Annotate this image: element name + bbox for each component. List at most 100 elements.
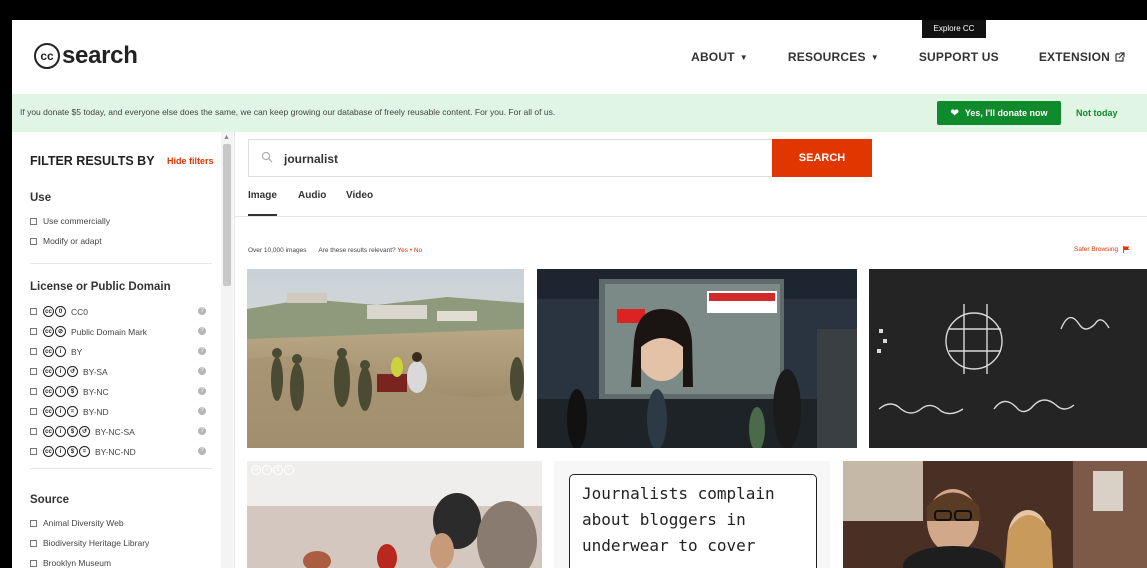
checkbox-icon [30, 539, 37, 547]
top-nav: ABOUT ▼ RESOURCES ▼ SUPPORT US EXTENSION [651, 50, 1125, 64]
help-icon[interactable]: ? [198, 447, 206, 455]
search-query: journalist [284, 152, 339, 166]
checkbox-icon [30, 408, 37, 415]
checkbox-icon [30, 237, 37, 245]
checkbox-label: Biodiversity Heritage Library [43, 538, 150, 548]
nd-icon: = [79, 446, 90, 457]
relevance-no-link[interactable]: No [414, 247, 422, 254]
donate-button[interactable]: ❤ Yes, I'll donate now [937, 101, 1061, 125]
nc-icon: $ [67, 426, 78, 437]
not-today-link[interactable]: Not today [1076, 108, 1118, 118]
by-icon: i [262, 465, 272, 475]
heart-chat-icon: ❤ [950, 107, 959, 119]
license-option-by-sa[interactable]: cc i ↺ BY-SA [30, 366, 108, 377]
license-icons: cc 0 [43, 306, 67, 317]
source-heading: Source [30, 494, 69, 506]
search-input[interactable]: journalist [248, 139, 772, 177]
checkbox-icon [30, 308, 37, 315]
cc-icon: cc [43, 346, 54, 357]
sidebar-scrollbar-thumb[interactable] [223, 144, 231, 286]
help-icon[interactable]: ? [198, 387, 206, 395]
license-icons: cc i $ = [43, 446, 91, 457]
explore-cc-tooltip: Explore CC [922, 20, 986, 38]
section-divider [30, 468, 212, 469]
license-label: BY-NC-ND [95, 446, 136, 457]
tabs-divider [234, 216, 1147, 217]
license-icons: cc i $ ↺ [43, 426, 91, 437]
cc-search-logo[interactable]: cc search [34, 42, 138, 70]
by-icon: i [55, 366, 66, 377]
license-label: Public Domain Mark [71, 326, 148, 337]
help-icon[interactable]: ? [198, 427, 206, 435]
nav-extension-label: EXTENSION [1038, 50, 1110, 64]
nd-icon: = [67, 406, 78, 417]
search-button[interactable]: SEARCH [772, 139, 872, 177]
by-icon: i [55, 386, 66, 397]
help-icon[interactable]: ? [198, 307, 206, 315]
license-option-by-nd[interactable]: cc i = BY-ND [30, 406, 109, 417]
relevance-yes-link[interactable]: Yes [397, 247, 408, 254]
result-image-portrait[interactable] [843, 461, 1147, 568]
nav-about[interactable]: ABOUT ▼ [691, 50, 748, 64]
by-icon: i [55, 346, 66, 357]
help-icon[interactable]: ? [198, 407, 206, 415]
license-label: BY-ND [83, 406, 109, 417]
chevron-down-icon: ▼ [870, 52, 879, 62]
license-option-public-domain-mark[interactable]: cc ⊘ Public Domain Mark [30, 326, 147, 337]
source-biodiversity-checkbox[interactable]: Biodiversity Heritage Library [30, 538, 149, 548]
active-tab-indicator [248, 214, 277, 216]
browser-frame: cc search ABOUT ▼ RESOURCES ▼ SUPPORT US… [12, 20, 1147, 568]
chevron-down-icon: ▼ [739, 52, 748, 62]
nav-support-us[interactable]: SUPPORT US [919, 50, 999, 64]
cc-icon: cc [43, 406, 54, 417]
help-icon[interactable]: ? [198, 347, 206, 355]
comic-text-panel: Journalists complain about bloggers in u… [569, 474, 817, 568]
filter-sidebar: FILTER RESULTS BY Hide filters Use Use c… [12, 132, 235, 568]
use-heading: Use [30, 192, 52, 204]
result-image-screen[interactable] [537, 269, 857, 448]
result-image-conference[interactable]: cc i $ = [247, 461, 542, 568]
relevance-separator: • [409, 247, 413, 254]
modify-adapt-checkbox[interactable]: Modify or adapt [30, 236, 102, 246]
license-option-by-nc-sa[interactable]: cc i $ ↺ BY-NC-SA [30, 426, 135, 437]
safer-browsing-label: Safer Browsing [1074, 246, 1119, 253]
license-option-by-nc[interactable]: cc i $ BY-NC [30, 386, 109, 397]
result-image-comic[interactable]: Journalists complain about bloggers in u… [554, 461, 830, 568]
license-icons: cc ⊘ [43, 326, 67, 337]
cc-icon: cc [43, 366, 54, 377]
source-animal-diversity-checkbox[interactable]: Animal Diversity Web [30, 518, 124, 528]
nc-icon: $ [67, 386, 78, 397]
nav-extension[interactable]: EXTENSION [1039, 50, 1125, 64]
flag-icon [1123, 246, 1130, 253]
scroll-up-arrow-icon[interactable]: ▲ [223, 134, 230, 141]
tab-audio[interactable]: Audio [298, 190, 326, 201]
help-icon[interactable]: ? [198, 367, 206, 375]
result-image-chalkboard[interactable] [869, 269, 1147, 448]
by-icon: i [55, 446, 66, 457]
hide-filters-link[interactable]: Hide filters [167, 156, 214, 166]
source-brooklyn-checkbox[interactable]: Brooklyn Museum [30, 558, 111, 568]
relevance-question: Are these results relevant? [318, 247, 396, 254]
checkbox-label: Modify or adapt [43, 236, 102, 246]
checkbox-icon [30, 328, 37, 335]
license-option-by-nc-nd[interactable]: cc i $ = BY-NC-ND [30, 446, 136, 457]
checkbox-icon [30, 217, 37, 225]
by-icon: i [55, 406, 66, 417]
result-image-soldiers[interactable] [247, 269, 524, 448]
license-option-by[interactable]: cc i BY [30, 346, 82, 357]
help-icon[interactable]: ? [198, 327, 206, 335]
search-icon [261, 151, 273, 163]
checkbox-icon [30, 448, 37, 455]
license-icons: cc i $ [43, 386, 79, 397]
license-option-cc0[interactable]: cc 0 CC0 [30, 306, 88, 317]
nav-support-label: SUPPORT US [918, 50, 999, 64]
checkbox-icon [30, 519, 37, 527]
donation-banner: If you donate $5 today, and everyone els… [12, 94, 1147, 132]
checkbox-icon [30, 388, 37, 395]
use-commercially-checkbox[interactable]: Use commercially [30, 216, 110, 226]
cc-icon: cc [251, 465, 261, 475]
tab-image[interactable]: Image [248, 190, 277, 201]
tab-video[interactable]: Video [346, 190, 373, 201]
safer-browsing-toggle[interactable]: Safer Browsing [1074, 246, 1130, 253]
nav-resources[interactable]: RESOURCES ▼ [788, 50, 879, 64]
